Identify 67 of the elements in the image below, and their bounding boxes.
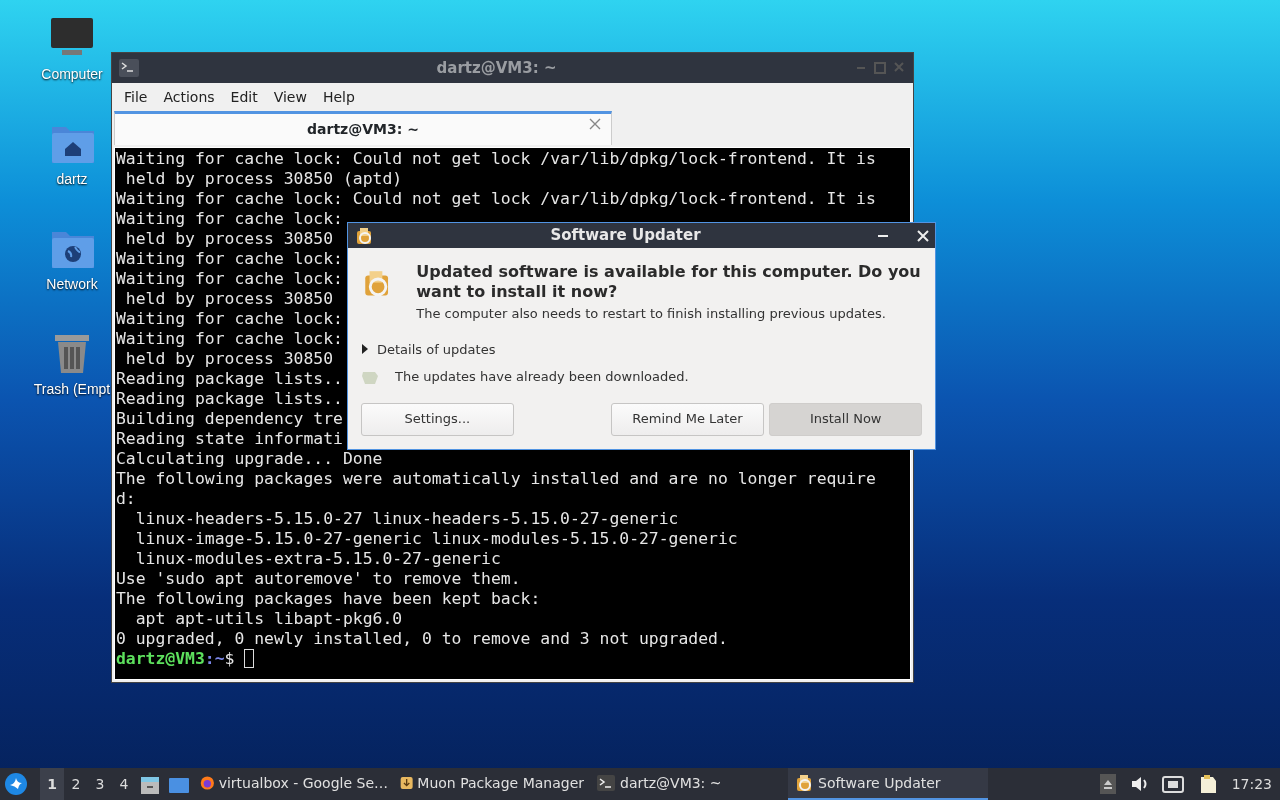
terminal-line: apt apt-utils libapt-pkg6.0	[134, 609, 403, 629]
close-icon	[917, 229, 929, 242]
terminal-line: Waiting for cache lock:	[116, 309, 343, 329]
dialog-button[interactable]: Remind Me Later	[610, 402, 765, 436]
terminal-line: held by process 30850 (aptd)	[124, 169, 403, 189]
prompt-path: :~	[204, 649, 225, 668]
terminal-line: Waiting for cache lock: Could not get lock /var/lib/dpkg/lock-frontend. It is	[116, 149, 876, 169]
prompt-user: dartz@VM3	[116, 649, 205, 668]
menu-item[interactable]: Actions	[155, 86, 223, 108]
window-title: dartz@VM3: ~	[435, 57, 558, 79]
menu-item[interactable]: Edit	[222, 86, 266, 108]
terminal-line: Reading state informati	[116, 429, 343, 449]
details-expander[interactable]: Details of updates	[361, 339, 496, 359]
terminal-line: Waiting for cache lock:	[116, 209, 343, 229]
terminal-line: linux-headers-5.15.0-27 linux-headers-5.15.0-27-generic	[134, 509, 679, 529]
terminal-icon	[118, 58, 140, 78]
workspace-button[interactable]: 3	[88, 768, 112, 800]
terminal-line: Building dependency tre	[116, 409, 343, 429]
terminal-icon	[596, 773, 616, 793]
fox-globe-icon	[200, 773, 215, 793]
icon-label[interactable]: Trash (Empt	[33, 379, 111, 400]
terminal-line: Use 'sudo apt autoremove' to remove them.	[116, 569, 521, 589]
menu-item[interactable]: View	[265, 86, 315, 108]
terminal-line: held by process 30850	[124, 229, 334, 249]
terminal-line: Calculating upgrade... Done	[116, 449, 383, 469]
menu-item[interactable]: File	[116, 86, 156, 108]
terminal-line: linux-image-5.15.0-27-generic linux-modules-5.15.0-27-generic	[134, 529, 738, 549]
terminal-line: The following packages were automatically installed and are no longer require	[116, 469, 876, 489]
terminal-line: Waiting for cache lock: Could not get lock /var/lib/dpkg/lock-frontend. It is	[116, 189, 876, 209]
window-title: Software Updater	[549, 225, 702, 247]
note-text: The updates have already been downloaded.	[395, 368, 689, 386]
dialog-message: The computer also needs to restart to finish installing previous updates.	[416, 305, 887, 323]
cursor	[244, 649, 255, 668]
updater-icon	[354, 225, 374, 246]
taskbar-task[interactable]: virtualbox - Google Se…	[194, 768, 394, 800]
terminal-line: held by process 30850	[124, 289, 334, 309]
dialog-button[interactable]: Install Now	[769, 402, 922, 436]
workspace-button[interactable]: 2	[64, 768, 88, 800]
terminal-line: Waiting for cache lock:	[116, 269, 343, 289]
file-cabinet-icon	[140, 774, 160, 795]
taskbar-task[interactable]: Muon Package Manager	[394, 768, 590, 800]
updater-icon	[794, 773, 814, 793]
terminal-line: held by process 30850	[124, 349, 334, 369]
terminal-line: Reading package lists..	[116, 369, 343, 389]
tab-label: dartz@VM3: ~	[307, 120, 419, 139]
terminal-line: linux-modules-extra-5.15.0-27-generic	[134, 549, 501, 569]
icon-label[interactable]: Network	[46, 274, 98, 295]
speaker-icon[interactable]	[1129, 774, 1148, 794]
terminal-line: Waiting for cache lock:	[116, 329, 343, 349]
taskbar-task[interactable]: dartz@VM3: ~	[590, 768, 786, 800]
collapsed-arrow-icon	[361, 344, 369, 355]
eject-icon[interactable]	[1099, 774, 1116, 794]
terminal-line: d:	[116, 489, 136, 509]
workspace-button[interactable]: 1	[40, 768, 64, 800]
dialog-heading: Updated software is available for this computer. Do you want to install it now?	[416, 262, 922, 302]
close-icon[interactable]	[589, 118, 601, 130]
taskbar-task[interactable]: Software Updater	[788, 768, 988, 800]
terminal-tab[interactable]: dartz@VM3: ~	[114, 111, 612, 145]
terminal-line: 0 upgraded, 0 newly installed, 0 to remove and 3 not upgraded.	[116, 629, 728, 649]
prompt-symbol: $	[224, 649, 235, 668]
clock[interactable]: 17:23	[1231, 773, 1272, 795]
menu-item[interactable]: Help	[314, 86, 363, 108]
terminal-line: Reading package lists..	[116, 389, 343, 409]
terminal-line: Waiting for cache lock:	[116, 249, 343, 269]
terminal-line: The following packages have been kept back:	[116, 589, 541, 609]
workspace-button[interactable]: 4	[112, 768, 136, 800]
dialog-button[interactable]: Settings...	[361, 402, 514, 436]
